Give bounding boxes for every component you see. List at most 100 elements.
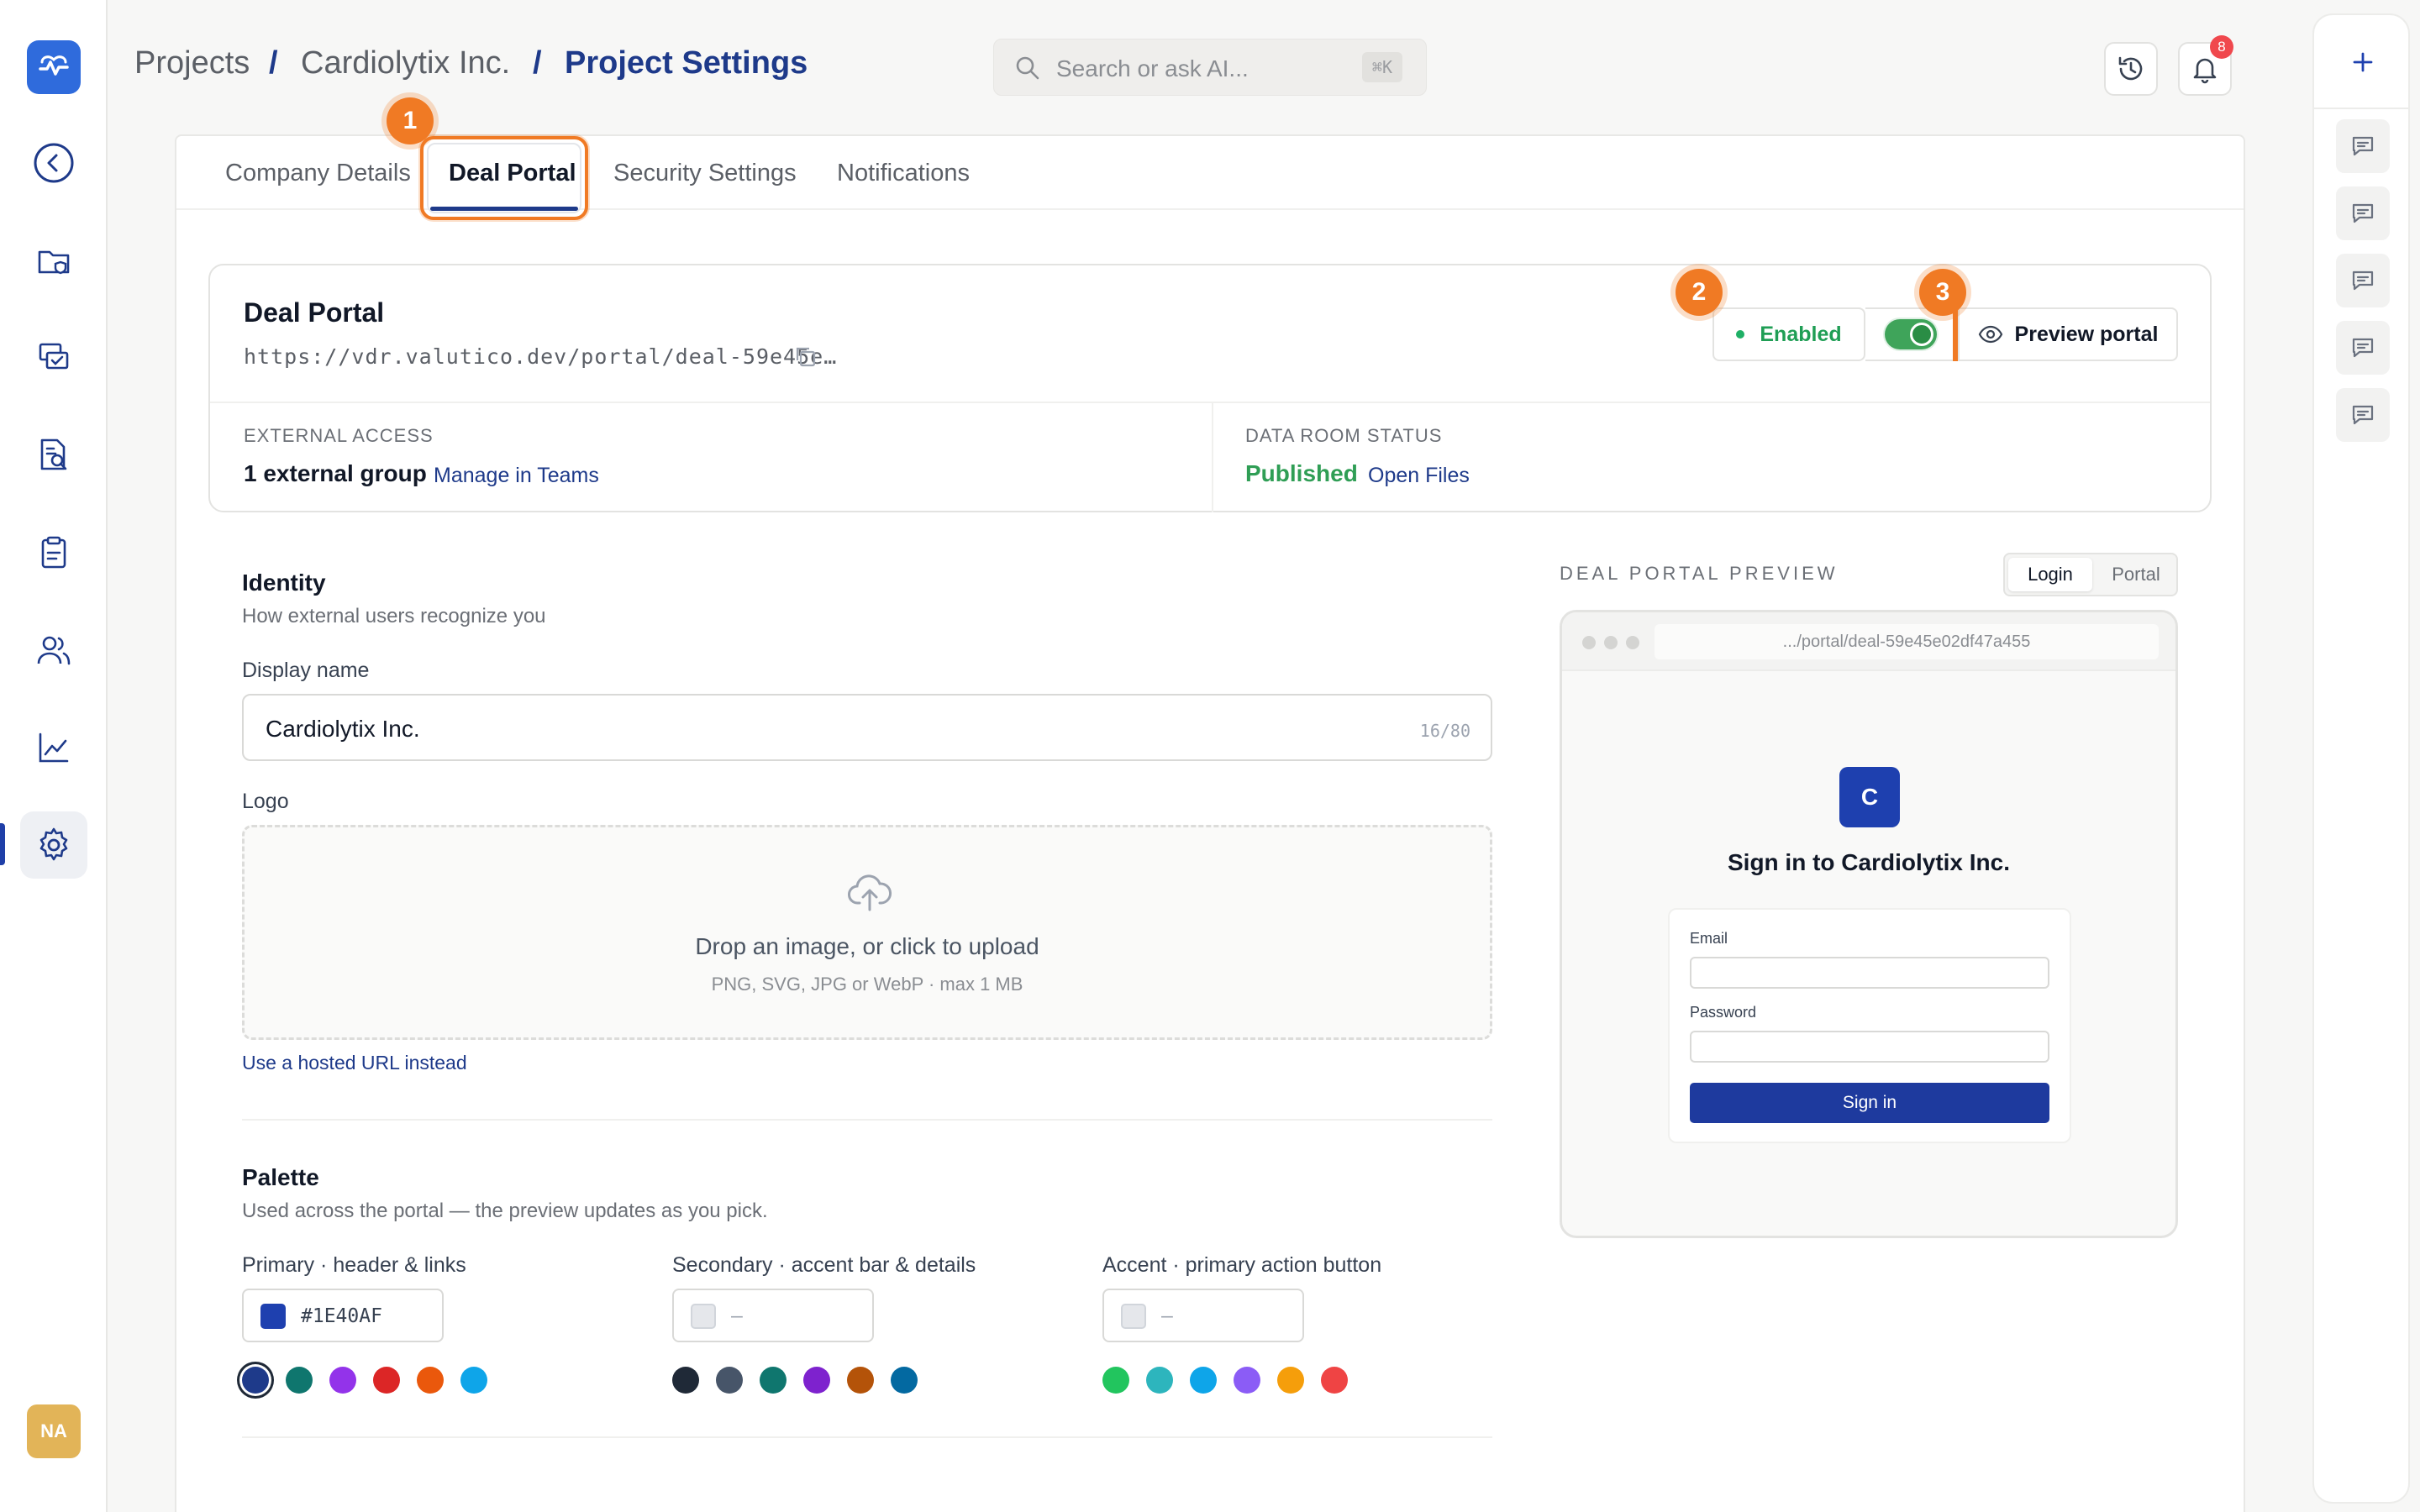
comment-thread-button[interactable] <box>2336 321 2390 375</box>
color-swatch[interactable] <box>803 1367 830 1394</box>
color-swatch[interactable] <box>672 1367 699 1394</box>
color-swatch[interactable] <box>1277 1367 1304 1394</box>
color-swatch[interactable] <box>329 1367 356 1394</box>
sidebar-item-documents[interactable] <box>20 227 87 294</box>
preview-label: DEAL PORTAL PREVIEW <box>1560 563 1839 584</box>
divider <box>1212 402 1213 512</box>
sidebar-item-settings[interactable] <box>20 811 87 879</box>
color-swatch[interactable] <box>1234 1367 1260 1394</box>
clipboard-icon <box>35 534 72 571</box>
comment-thread-button[interactable] <box>2336 186 2390 240</box>
tab-deal-portal[interactable]: Deal Portal <box>449 160 576 187</box>
chart-line-icon <box>35 729 72 766</box>
portal-enabled-toggle[interactable] <box>1885 319 1937 349</box>
color-swatch[interactable] <box>1146 1367 1173 1394</box>
step-marker: 2 <box>1676 269 1723 316</box>
chat-check-icon <box>35 339 72 376</box>
color-swatch[interactable] <box>1190 1367 1217 1394</box>
search-shortcut: ⌘K <box>1361 52 1402 82</box>
divider <box>242 1119 1492 1121</box>
manage-in-teams-link[interactable]: Manage in Teams <box>434 464 599 488</box>
step-marker: 3 <box>1919 269 1966 316</box>
palette-label: Accent · primary action button <box>1102 1253 1382 1277</box>
tab-underline <box>430 207 578 211</box>
active-indicator <box>0 823 5 865</box>
plus-icon <box>2349 49 2376 76</box>
avatar[interactable]: NA <box>27 1404 81 1458</box>
tab-notifications[interactable]: Notifications <box>837 160 970 187</box>
add-button[interactable] <box>2336 35 2390 89</box>
breadcrumb-separator: / <box>533 45 542 81</box>
step-marker: 1 <box>387 97 434 144</box>
cloud-upload-icon <box>846 869 893 916</box>
copy-icon[interactable] <box>793 344 818 370</box>
accent-color-input[interactable]: — <box>1102 1289 1304 1342</box>
identity-title: Identity <box>242 570 326 596</box>
sidebar-item-users[interactable] <box>20 617 87 684</box>
mode-login-button[interactable]: Login <box>2008 558 2092 591</box>
search-input[interactable]: Search or ask AI... ⌘K <box>993 39 1427 96</box>
color-hex: — <box>731 1305 743 1327</box>
color-preview <box>260 1304 286 1329</box>
deal-portal-card: Deal Portal https://vdr.valutico.dev/por… <box>208 264 2212 512</box>
display-name-input[interactable]: Cardiolytix Inc. 16/80 <box>242 694 1492 761</box>
gear-icon <box>34 826 73 864</box>
tab-company-details[interactable]: Company Details <box>225 160 411 187</box>
preview-mode-toggle: Login Portal <box>2003 553 2178 596</box>
document-search-icon <box>35 437 72 474</box>
history-button[interactable] <box>2104 42 2158 96</box>
preview-portal-button[interactable]: Preview portal <box>1958 307 2178 361</box>
preview-password-input <box>1690 1031 2049 1063</box>
color-swatch[interactable] <box>760 1367 786 1394</box>
color-swatch[interactable] <box>1321 1367 1348 1394</box>
palette-title: Palette <box>242 1164 319 1190</box>
divider <box>210 402 2210 403</box>
color-swatch[interactable] <box>460 1367 487 1394</box>
sidebar-item-analytics[interactable] <box>20 714 87 781</box>
comment-thread-button[interactable] <box>2336 388 2390 442</box>
search-icon <box>1014 55 1041 81</box>
color-preview <box>691 1304 716 1329</box>
primary-color-input[interactable]: #1E40AF <box>242 1289 444 1342</box>
comment-thread-button[interactable] <box>2336 254 2390 307</box>
display-name-label: Display name <box>242 659 370 682</box>
secondary-color-input[interactable]: — <box>672 1289 874 1342</box>
window-dot <box>1582 636 1596 649</box>
breadcrumb-company[interactable]: Cardiolytix Inc. <box>301 45 510 81</box>
comment-thread-button[interactable] <box>2336 119 2390 173</box>
heartbeat-icon[interactable] <box>27 40 81 94</box>
color-swatch[interactable] <box>417 1367 444 1394</box>
eye-icon <box>1978 322 2003 347</box>
portal-preview-window: .../portal/deal-59e45e02df47a455 C Sign … <box>1560 610 2178 1238</box>
color-swatch[interactable] <box>891 1367 918 1394</box>
color-swatch[interactable] <box>242 1367 269 1394</box>
comment-icon <box>2350 201 2375 226</box>
color-hex: #1E40AF <box>301 1305 382 1327</box>
tab-bar: Company Details Deal Portal Security Set… <box>176 136 2244 220</box>
data-room-status-label: DATA ROOM STATUS <box>1245 425 1443 446</box>
logo-upload-dropzone[interactable]: Drop an image, or click to upload PNG, S… <box>242 825 1492 1040</box>
sidebar-item-tasks[interactable] <box>20 519 87 586</box>
data-room-status-value: Published <box>1245 460 1358 486</box>
sidebar-item-review[interactable] <box>20 324 87 391</box>
palette-label: Primary · header & links <box>242 1253 466 1277</box>
browser-bar: .../portal/deal-59e45e02df47a455 <box>1562 612 2175 671</box>
bell-icon <box>2190 54 2220 84</box>
tab-security-settings[interactable]: Security Settings <box>613 160 797 187</box>
notification-badge: 8 <box>2210 35 2233 59</box>
sidebar-item-search-docs[interactable] <box>20 422 87 489</box>
color-swatch[interactable] <box>286 1367 313 1394</box>
color-swatch[interactable] <box>847 1367 874 1394</box>
mode-portal-button[interactable]: Portal <box>2096 558 2176 591</box>
open-files-link[interactable]: Open Files <box>1368 464 1470 488</box>
back-button[interactable] <box>20 129 87 197</box>
color-swatch[interactable] <box>1102 1367 1129 1394</box>
color-swatch[interactable] <box>716 1367 743 1394</box>
color-swatch[interactable] <box>373 1367 400 1394</box>
status-badge: Enabled <box>1712 307 1865 361</box>
preview-email-input <box>1690 957 2049 989</box>
upload-hint: PNG, SVG, JPG or WebP · max 1 MB <box>711 974 1023 995</box>
breadcrumb-projects[interactable]: Projects <box>134 45 250 81</box>
search-placeholder: Search or ask AI... <box>1056 55 1249 81</box>
hosted-url-link[interactable]: Use a hosted URL instead <box>242 1052 467 1074</box>
